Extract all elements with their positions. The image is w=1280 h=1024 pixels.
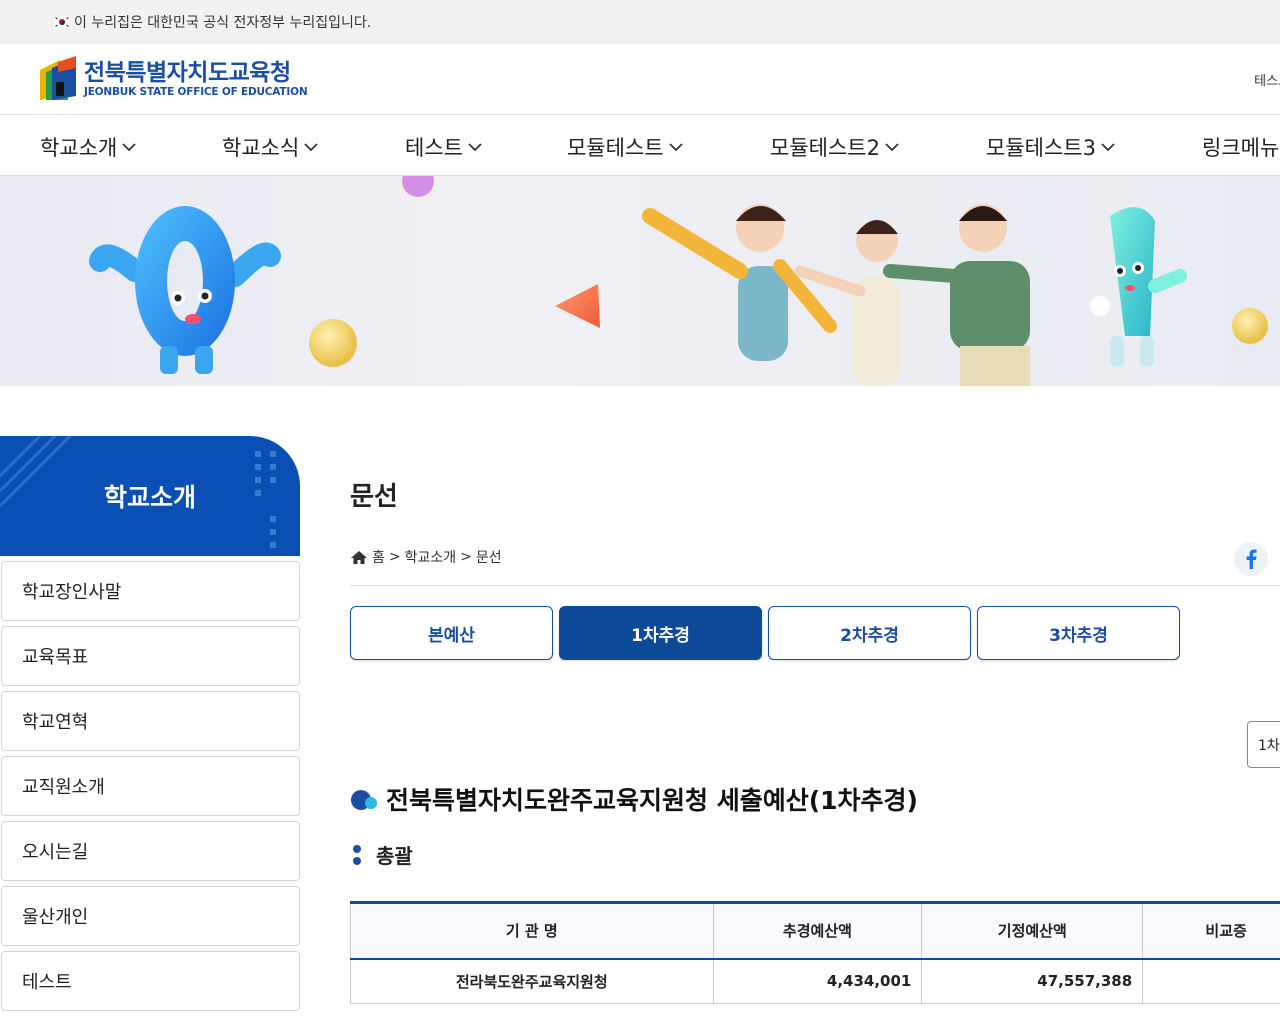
banner-illustration [89,176,1268,386]
gov-notice-text: 이 누리집은 대한민국 공식 전자정부 누리집입니다. [74,15,372,31]
logo-english: JEONBUK STATE OFFICE OF EDUCATION [84,86,308,98]
gnb-item-test[interactable]: 테스트 [405,132,483,162]
side-navigation: 학교소개 학교장인사말 교육목표 학교연혁 교직원소개 오시는길 울산개인 테스… [0,436,300,1011]
table-header: 비교증 [1142,901,1280,960]
chevron-down-icon [468,143,482,152]
breadcrumb: 홈 > 학교소개 > 문선 [350,547,1280,567]
version-select-value: 1차 [1258,737,1280,754]
main-content: 문선 홈 > 학교소개 > 문선 본예산 1차추경 2차추경 3차추경 1차 전… [350,436,1280,1004]
page-title: 문선 [350,482,398,512]
gnb-item-module-test3[interactable]: 모듈테스트3 [986,132,1116,162]
gnb-item-module-test2[interactable]: 모듈테스트2 [770,132,900,162]
header-util-link[interactable]: 테스트 [1254,70,1280,89]
side-nav-item-ulsan[interactable]: 울산개인 [1,886,300,946]
side-nav-item-staff[interactable]: 교직원소개 [1,756,300,816]
side-nav-item-test[interactable]: 테스트 [1,951,300,1011]
side-nav-item-directions[interactable]: 오시는길 [1,821,300,881]
table-cell: 4,434,001 [713,958,923,1004]
table-cell: 47,557,388 [921,958,1144,1004]
site-header: 전북특별자치도교육청 JEONBUK STATE OFFICE OF EDUCA… [0,44,1280,114]
subsection-title-text: 총괄 [376,844,413,868]
gnb-label: 모듈테스트2 [770,136,880,160]
hero-banner [0,176,1280,386]
site-logo[interactable]: 전북특별자치도교육청 JEONBUK STATE OFFICE OF EDUCA… [38,56,308,102]
table-header: 기 관 명 [350,901,714,960]
chevron-down-icon [885,143,899,152]
table-row: 전라북도완주교육지원청 4,434,001 47,557,388 [350,958,1280,1004]
tab-second-supplementary[interactable]: 2차추경 [768,606,971,660]
breadcrumb-separator: > [460,549,472,565]
tab-third-supplementary[interactable]: 3차추경 [977,606,1180,660]
table-header: 추경예산액 [713,901,923,960]
home-icon[interactable] [350,550,368,565]
main-navigation: 학교소개 학교소식 테스트 모듈테스트 모듈테스트2 모듈테스트3 링크메뉴 [0,114,1280,176]
bullet-dots-icon [353,844,361,865]
breadcrumb-separator: > [388,549,401,565]
section-title-text: 전북특별자치도완주교육지원청 세출예산(1차추경) [386,786,918,815]
children-figure [642,204,1030,386]
table-header: 기정예산액 [921,901,1144,960]
section-title: 전북특별자치도완주교육지원청 세출예산(1차추경) [350,781,918,817]
version-select[interactable]: 1차 [1247,721,1280,768]
korea-flag-icon [54,16,70,28]
gnb-item-link-menu[interactable]: 링크메뉴 [1202,132,1279,162]
subsection-title: 총괄 [350,840,413,869]
tab-main-budget[interactable]: 본예산 [350,606,553,660]
side-nav-item-history[interactable]: 학교연혁 [1,691,300,751]
gnb-label: 학교소개 [40,136,118,160]
gnb-item-module-test[interactable]: 모듈테스트 [567,132,684,162]
logo-korean: 전북특별자치도교육청 [84,60,291,86]
gov-notice-bar: 이 누리집은 대한민국 공식 전자정부 누리집입니다. [0,0,1280,44]
breadcrumb-level1[interactable]: 학교소개 [405,547,457,567]
title-divider [350,585,1280,586]
gnb-label: 링크메뉴 [1202,136,1280,160]
facebook-icon [1246,549,1257,569]
gnb-item-school-news[interactable]: 학교소식 [222,132,319,162]
table-cell: 전라북도완주교육지원청 [350,958,714,1004]
gnb-label: 테스트 [405,136,463,160]
budget-table: 기 관 명 추경예산액 기정예산액 비교증 전라북도완주교육지원청 4,434,… [350,901,1280,1004]
gnb-label: 학교소식 [222,136,300,160]
side-nav-item-principal[interactable]: 학교장인사말 [1,561,300,621]
chevron-down-icon [1101,143,1115,152]
breadcrumb-current: 문선 [475,550,502,566]
title-bullet-icon [350,788,378,810]
side-nav-item-goals[interactable]: 교육목표 [1,626,300,686]
chevron-down-icon [122,143,136,152]
side-nav-title: 학교소개 [103,483,196,512]
budget-tabs: 본예산 1차추경 2차추경 3차추경 [350,606,1180,660]
facebook-share-button[interactable] [1234,542,1268,576]
tab-first-supplementary[interactable]: 1차추경 [559,606,762,660]
gnb-label: 모듈테스트3 [986,136,1096,160]
side-nav-header: 학교소개 [0,436,300,556]
chevron-down-icon [668,143,683,152]
table-cell [1142,958,1280,1004]
breadcrumb-home[interactable]: 홈 [372,547,385,567]
chevron-down-icon [304,143,318,152]
logo-mark-icon [38,56,76,102]
gnb-item-school-intro[interactable]: 학교소개 [40,132,137,162]
gnb-label: 모듈테스트 [567,136,664,160]
